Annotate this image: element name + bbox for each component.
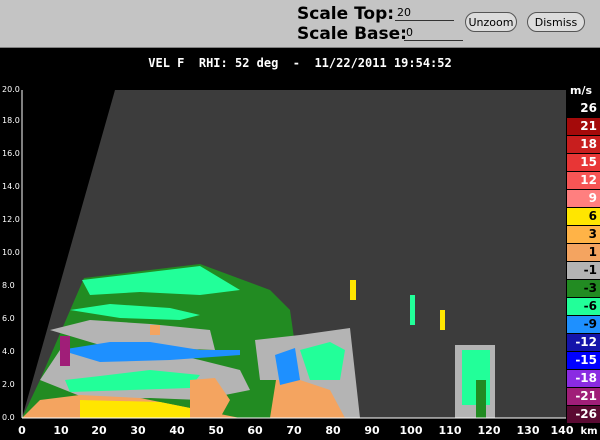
y-tick-12: 12.0	[2, 215, 20, 224]
colorbar-entry: -21	[567, 388, 600, 405]
x-tick-100: 100	[400, 424, 423, 437]
x-tick-70: 70	[286, 424, 302, 437]
colorbar-entry: -18	[567, 370, 600, 387]
colorbar-entry: -12	[567, 334, 600, 351]
colorbar-entry: -9	[567, 316, 600, 333]
x-tick-30: 30	[130, 424, 146, 437]
colorbar-entry: 12	[567, 172, 600, 189]
colorbar-entry: 15	[567, 154, 600, 171]
y-tick-20: 20.0	[2, 85, 20, 94]
colorbar-entry: -3	[567, 280, 600, 297]
x-tick-20: 20	[91, 424, 107, 437]
y-tick-10: 10.0	[2, 248, 20, 257]
x-tick-50: 50	[208, 424, 224, 437]
x-tick-130: 130	[517, 424, 540, 437]
y-tick-0: 0.0	[2, 413, 15, 422]
velocity-colorbar: m/s 26 21 18 15 12 9 6 3 1 -1 -3 -6 -9 -12 -15 -18 -21 -2…	[567, 82, 600, 424]
colorbar-entry: -6	[567, 298, 600, 315]
y-tick-6: 6.0	[2, 314, 15, 323]
scale-base-input[interactable]	[404, 24, 463, 41]
colorbar-entry: 1	[567, 244, 600, 261]
y-tick-16: 16.0	[2, 149, 20, 158]
y-tick-14: 14.0	[2, 182, 20, 191]
y-tick-8: 8.0	[2, 281, 15, 290]
y-tick-18: 18.0	[2, 116, 20, 125]
x-tick-40: 40	[169, 424, 185, 437]
colorbar-entry: 9	[567, 190, 600, 207]
x-tick-110: 110	[439, 424, 462, 437]
x-tick-60: 60	[247, 424, 263, 437]
y-tick-2: 2.0	[2, 380, 15, 389]
unzoom-button[interactable]: Unzoom	[465, 12, 517, 32]
scale-top-input[interactable]	[395, 4, 454, 21]
x-axis-labels: 0 10 20 30 40 50 60 70 80 90 100 110 120…	[18, 424, 574, 437]
toolbar: Scale Top: Scale Base: Unzoom Dismiss	[0, 0, 600, 48]
rhi-velocity-plot[interactable]: 0.0 2.0 4.0 6.0 8.0 10.0 12.0 14.0 16.0 …	[0, 80, 600, 440]
colorbar-entry: -1	[567, 262, 600, 279]
colorbar-entry: 26	[567, 100, 600, 117]
colorbar-entry: 21	[567, 118, 600, 135]
y-tick-4: 4.0	[2, 347, 15, 356]
colorbar-entry: -15	[567, 352, 600, 369]
colorbar-entry: 3	[567, 226, 600, 243]
x-tick-90: 90	[364, 424, 380, 437]
colorbar-entry: 6	[567, 208, 600, 225]
x-tick-0: 0	[18, 424, 26, 437]
scale-base-label: Scale Base:	[297, 24, 407, 44]
x-tick-140: 140	[551, 424, 574, 437]
colorbar-unit: m/s	[570, 84, 593, 97]
x-axis-unit: km	[580, 426, 597, 437]
scale-top-label: Scale Top:	[297, 4, 395, 24]
colorbar-entry: 18	[567, 136, 600, 153]
x-tick-10: 10	[53, 424, 69, 437]
plot-title: VEL F RHI: 52 deg - 11/22/2011 19:54:52	[148, 56, 452, 70]
x-tick-80: 80	[325, 424, 341, 437]
colorbar-entry: -26	[567, 406, 600, 423]
x-tick-120: 120	[478, 424, 501, 437]
dismiss-button[interactable]: Dismiss	[527, 12, 585, 32]
